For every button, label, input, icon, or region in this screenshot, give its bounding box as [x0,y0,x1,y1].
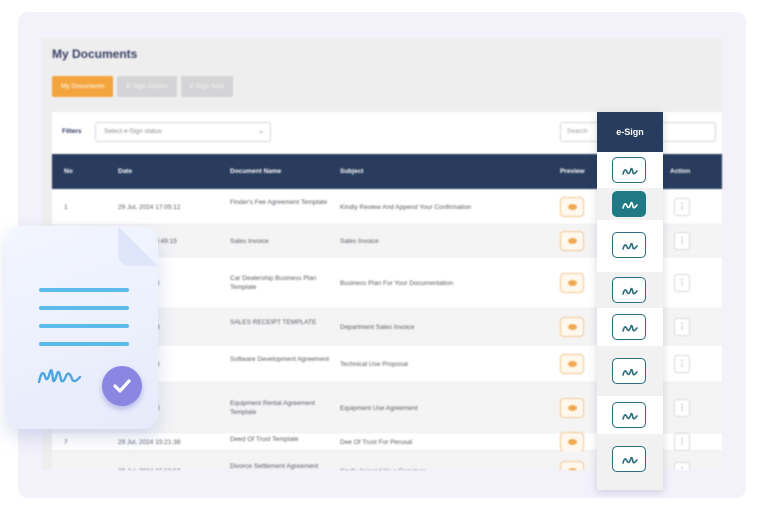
row-date: 29 Jul, 2024 15:19:50 [118,467,228,471]
text-line-icon [39,288,129,292]
eye-icon [568,204,577,210]
row-document-name: Sales Invoice [230,237,269,245]
check-badge-icon [102,366,142,406]
tab-esign-orders[interactable]: E-Sign Orders [117,76,177,97]
row-document-name: SALES RECEIPT TEMPLATE [230,319,317,326]
row-action-menu-icon[interactable]: ⋮ [674,274,690,292]
esign-header: e-Sign [597,112,663,152]
esign-cell [597,152,663,188]
esign-cell [597,188,663,220]
preview-button[interactable] [560,273,584,293]
preview-button[interactable] [560,197,584,217]
header-action: Action [670,168,691,175]
preview-button[interactable] [560,231,584,251]
eye-icon [568,324,577,330]
text-line-icon [39,342,129,346]
row-action-menu-icon[interactable]: ⋮ [674,355,690,373]
row-subject: Equipment Use Agreement [340,404,418,412]
page-title: My Documents [52,47,138,61]
eye-icon [568,280,577,286]
page-fold-icon [118,226,158,266]
row-subject: Department Sales Invoice [340,323,415,331]
header-document-name: Document Name [230,168,282,175]
eye-icon [568,439,577,445]
row-date: 29 Jul, 2024 15:21:38 [118,438,181,446]
document-icon [6,226,158,429]
screenshot-stage: My Documents My Documents E-Sign Orders … [0,0,768,518]
row-action-menu-icon[interactable]: ⋮ [674,198,690,216]
eye-icon [568,238,577,244]
signature-icon [622,167,638,175]
esign-button[interactable] [612,277,646,303]
row-action-menu-icon[interactable]: ⋮ [674,433,690,451]
preview-button[interactable] [560,354,584,374]
tab-my-documents[interactable]: My Documents [52,76,114,97]
row-subject: Dee Of Trust For Perusal [340,438,413,446]
preview-button[interactable] [560,317,584,337]
esign-status-select[interactable]: Select e-Sign status ⌄ [95,122,271,142]
esign-button[interactable] [612,191,646,217]
eye-icon [568,405,577,411]
row-subject: Business Plan For Your Documentation [340,279,454,287]
row-document-name: Software Development Agreement [230,356,329,363]
row-document-name: Finder's Fee Agreement Template [230,199,328,206]
filters-label: Filters [62,128,82,135]
preview-button[interactable] [560,398,584,418]
row-document-name: Car Dealership Business Plan Template [230,275,317,291]
signature-scribble-icon [37,369,82,384]
row-document-name: Equipment Rental Agreement Template [230,400,315,416]
preview-button[interactable] [560,461,584,470]
esign-cell [597,396,663,434]
esign-button[interactable] [612,314,646,340]
text-line-icon [39,306,129,310]
tab-esign-sent[interactable]: E-Sign Sent [180,76,234,97]
header-date: Date [118,168,133,175]
row-subject: Technical Use Proposal [340,360,408,368]
esign-button[interactable] [612,402,646,428]
text-line-icon [39,324,129,328]
row-action-menu-icon[interactable]: ⋮ [674,318,690,336]
row-document-name: Deed Of Trust Template [230,436,299,443]
esign-cell [597,308,663,346]
row-subject: Kindly Append Your Signature [340,467,540,471]
esign-cell [597,272,663,308]
row-number: 1 [64,203,68,211]
signature-icon [622,456,638,464]
row-action-menu-icon[interactable]: ⋮ [674,232,690,250]
row-number: 7 [64,438,68,446]
signature-icon [622,324,638,332]
signature-icon [622,201,638,209]
signature-icon [622,368,638,376]
esign-column: e-Sign [597,112,663,490]
esign-button[interactable] [612,358,646,384]
esign-button[interactable] [612,446,646,472]
esign-status-select-value: Select e-Sign status [104,128,162,135]
esign-cell [597,434,663,490]
preview-button[interactable] [560,432,584,452]
signature-icon [622,242,638,250]
esign-cell [597,346,663,396]
row-action-menu-icon[interactable]: ⋮ [674,399,690,417]
signature-icon [622,287,638,295]
chevron-down-icon: ⌄ [258,128,264,135]
signed-document-illustration [6,226,158,432]
esign-cell [597,220,663,272]
esign-button[interactable] [612,157,646,183]
row-date: 29 Jul, 2024 17:05:12 [118,203,181,211]
eye-icon [568,361,577,367]
row-subject: Kindly Review And Append Your Confirmati… [340,203,472,211]
signature-icon [622,412,638,420]
row-subject: Sales Invoice [340,237,379,245]
esign-button[interactable] [612,232,646,258]
row-document-name: Divorce Settlement Agreement [230,463,319,470]
eye-icon [568,468,577,470]
header-preview: Preview [560,168,585,175]
row-action-menu-icon[interactable]: ⋮ [674,462,690,470]
tab-bar: My Documents E-Sign Orders E-Sign Sent [52,76,234,97]
header-no: No [64,168,73,175]
header-subject: Subject [340,168,364,175]
